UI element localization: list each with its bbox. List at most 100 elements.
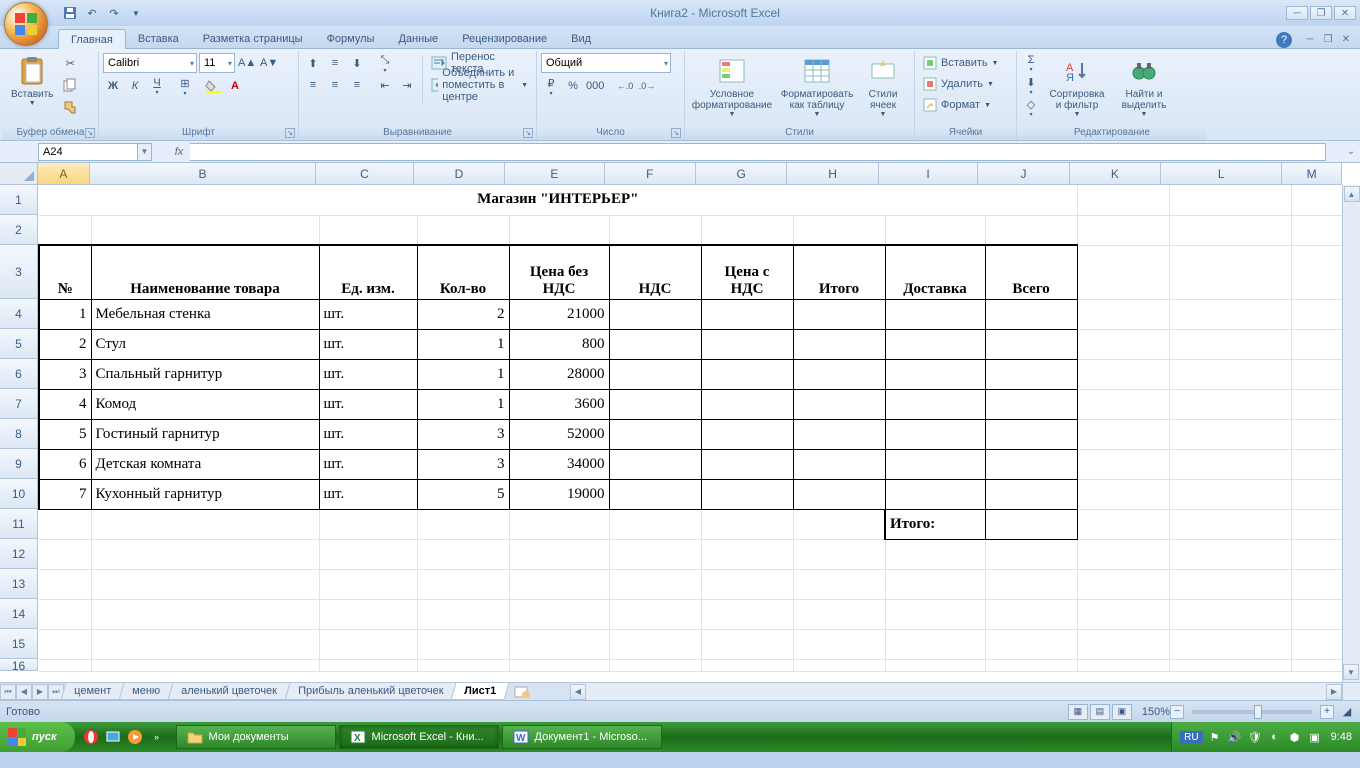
tab-page-layout[interactable]: Разметка страницы bbox=[191, 29, 315, 48]
vertical-scrollbar[interactable]: ▲ ▼ bbox=[1342, 185, 1360, 682]
bold-button[interactable]: Ж bbox=[103, 76, 123, 96]
align-right-icon[interactable]: ≡ bbox=[347, 75, 367, 95]
row-header-13[interactable]: 13 bbox=[0, 569, 38, 599]
font-name-combo[interactable]: Calibri bbox=[103, 53, 197, 73]
indent-inc-icon[interactable]: ⇥ bbox=[397, 75, 417, 95]
qat-dropdown-icon[interactable]: ▼ bbox=[128, 5, 144, 21]
sheet-tab-1[interactable]: меню bbox=[119, 683, 174, 700]
tab-nav-next-icon[interactable]: ▶ bbox=[32, 684, 48, 700]
task-documents[interactable]: Мои документы bbox=[176, 725, 336, 749]
sort-filter-button[interactable]: АЯ Сортировка и фильтр▼ bbox=[1044, 53, 1110, 120]
tray-shield-icon[interactable]: 🛡 bbox=[1247, 729, 1263, 745]
fill-icon[interactable]: ⬇▾ bbox=[1021, 75, 1041, 95]
show-desktop-icon[interactable] bbox=[103, 726, 123, 748]
row-header-7[interactable]: 7 bbox=[0, 389, 38, 419]
align-middle-icon[interactable]: ≡ bbox=[325, 53, 345, 73]
number-launcher[interactable]: ↘ bbox=[671, 128, 681, 138]
task-excel[interactable]: X Microsoft Excel - Кни... bbox=[339, 725, 499, 749]
row-header-4[interactable]: 4 bbox=[0, 299, 38, 329]
col-header-F[interactable]: F bbox=[605, 163, 696, 185]
doc-close-button[interactable]: ✕ bbox=[1338, 32, 1354, 46]
increase-decimal-icon[interactable]: ←.0 bbox=[615, 76, 635, 96]
namebox-dropdown[interactable]: ▼ bbox=[138, 143, 152, 161]
scroll-down-icon[interactable]: ▼ bbox=[1343, 664, 1359, 680]
font-size-combo[interactable]: 11 bbox=[199, 53, 235, 73]
resize-grip-icon[interactable]: ◢ bbox=[1340, 705, 1354, 718]
ql-more-icon[interactable]: » bbox=[147, 726, 167, 748]
opera-icon[interactable] bbox=[81, 726, 101, 748]
autosum-icon[interactable]: Σ▾ bbox=[1021, 53, 1041, 73]
format-as-table-button[interactable]: Форматировать как таблицу▼ bbox=[778, 53, 856, 120]
col-header-I[interactable]: I bbox=[879, 163, 978, 185]
new-sheet-icon[interactable] bbox=[512, 685, 532, 699]
tray-icon-1[interactable]: ⚑ bbox=[1207, 729, 1223, 745]
clear-icon[interactable]: ◇▾ bbox=[1021, 97, 1041, 117]
indent-dec-icon[interactable]: ⇤ bbox=[375, 75, 395, 95]
col-header-M[interactable]: M bbox=[1282, 163, 1342, 185]
merge-center-button[interactable]: Объединить и поместить в центре▼ bbox=[427, 75, 532, 95]
row-header-14[interactable]: 14 bbox=[0, 599, 38, 629]
normal-view-icon[interactable]: ▦ bbox=[1068, 704, 1088, 720]
col-header-H[interactable]: H bbox=[787, 163, 878, 185]
accounting-format-icon[interactable]: ₽▾ bbox=[541, 76, 561, 96]
number-format-combo[interactable]: Общий bbox=[541, 53, 671, 73]
italic-button[interactable]: К bbox=[125, 76, 145, 96]
scroll-up-icon[interactable]: ▲ bbox=[1344, 186, 1360, 202]
grow-font-icon[interactable]: A▲ bbox=[237, 53, 257, 73]
minimize-button[interactable]: ─ bbox=[1286, 6, 1308, 20]
tab-nav-first-icon[interactable]: ⏮ bbox=[0, 684, 16, 700]
row-header-10[interactable]: 10 bbox=[0, 479, 38, 509]
clock[interactable]: 9:48 bbox=[1331, 731, 1352, 743]
format-painter-icon[interactable] bbox=[60, 97, 80, 117]
close-button[interactable]: ✕ bbox=[1334, 6, 1356, 20]
media-player-icon[interactable] bbox=[125, 726, 145, 748]
borders-icon[interactable]: ⊞▾ bbox=[175, 76, 195, 96]
align-top-icon[interactable]: ⬆ bbox=[303, 53, 323, 73]
tab-home[interactable]: Главная bbox=[58, 29, 126, 49]
row-header-1[interactable]: 1 bbox=[0, 185, 38, 215]
tab-data[interactable]: Данные bbox=[386, 29, 450, 48]
insert-cells-button[interactable]: Вставить▼ bbox=[919, 53, 1003, 73]
copy-icon[interactable] bbox=[60, 75, 80, 95]
align-bottom-icon[interactable]: ⬇ bbox=[347, 53, 367, 73]
name-box[interactable] bbox=[38, 143, 138, 161]
tab-insert[interactable]: Вставка bbox=[126, 29, 191, 48]
percent-style-icon[interactable]: % bbox=[563, 76, 583, 96]
row-header-11[interactable]: 11 bbox=[0, 509, 38, 539]
row-header-16[interactable]: 16 bbox=[0, 659, 38, 671]
redo-icon[interactable]: ↷ bbox=[106, 5, 122, 21]
formula-expand-icon[interactable]: ⌄ bbox=[1344, 143, 1358, 161]
col-header-C[interactable]: C bbox=[316, 163, 413, 185]
col-header-D[interactable]: D bbox=[414, 163, 505, 185]
help-icon[interactable]: ? bbox=[1276, 32, 1292, 48]
delete-cells-button[interactable]: Удалить▼ bbox=[919, 74, 998, 94]
font-launcher[interactable]: ↘ bbox=[285, 128, 295, 138]
tab-review[interactable]: Рецензирование bbox=[450, 29, 559, 48]
page-layout-view-icon[interactable]: ▤ bbox=[1090, 704, 1110, 720]
col-header-B[interactable]: B bbox=[90, 163, 317, 185]
row-header-3[interactable]: 3 bbox=[0, 245, 38, 299]
decrease-decimal-icon[interactable]: .0→ bbox=[637, 76, 657, 96]
align-center-icon[interactable]: ≡ bbox=[325, 75, 345, 95]
comma-style-icon[interactable]: 000 bbox=[585, 76, 605, 96]
tray-icon-4[interactable]: ◐ bbox=[1267, 729, 1283, 745]
tray-volume-icon[interactable]: 🔊 bbox=[1227, 729, 1243, 745]
page-break-view-icon[interactable]: ▣ bbox=[1112, 704, 1132, 720]
underline-button[interactable]: Ч▾ bbox=[147, 76, 167, 96]
find-select-button[interactable]: Найти и выделить▼ bbox=[1113, 53, 1175, 120]
fill-color-icon[interactable] bbox=[203, 76, 223, 96]
select-all-button[interactable] bbox=[0, 163, 38, 185]
cell-styles-button[interactable]: Стили ячеек▼ bbox=[859, 53, 907, 120]
paste-button[interactable]: Вставить▼ bbox=[7, 53, 57, 109]
zoom-out-button[interactable]: − bbox=[1170, 705, 1184, 719]
task-word[interactable]: W Документ1 - Microso... bbox=[502, 725, 662, 749]
row-header-15[interactable]: 15 bbox=[0, 629, 38, 659]
row-header-2[interactable]: 2 bbox=[0, 215, 38, 245]
start-button[interactable]: пуск bbox=[0, 722, 75, 752]
tab-formulas[interactable]: Формулы bbox=[315, 29, 387, 48]
scroll-right-icon[interactable]: ▶ bbox=[1326, 684, 1342, 700]
formula-input[interactable] bbox=[190, 143, 1326, 161]
zoom-level[interactable]: 150% bbox=[1142, 706, 1170, 718]
sheet-tab-3[interactable]: Прибыль аленький цветочек bbox=[285, 683, 457, 700]
scroll-left-icon[interactable]: ◀ bbox=[570, 684, 586, 700]
